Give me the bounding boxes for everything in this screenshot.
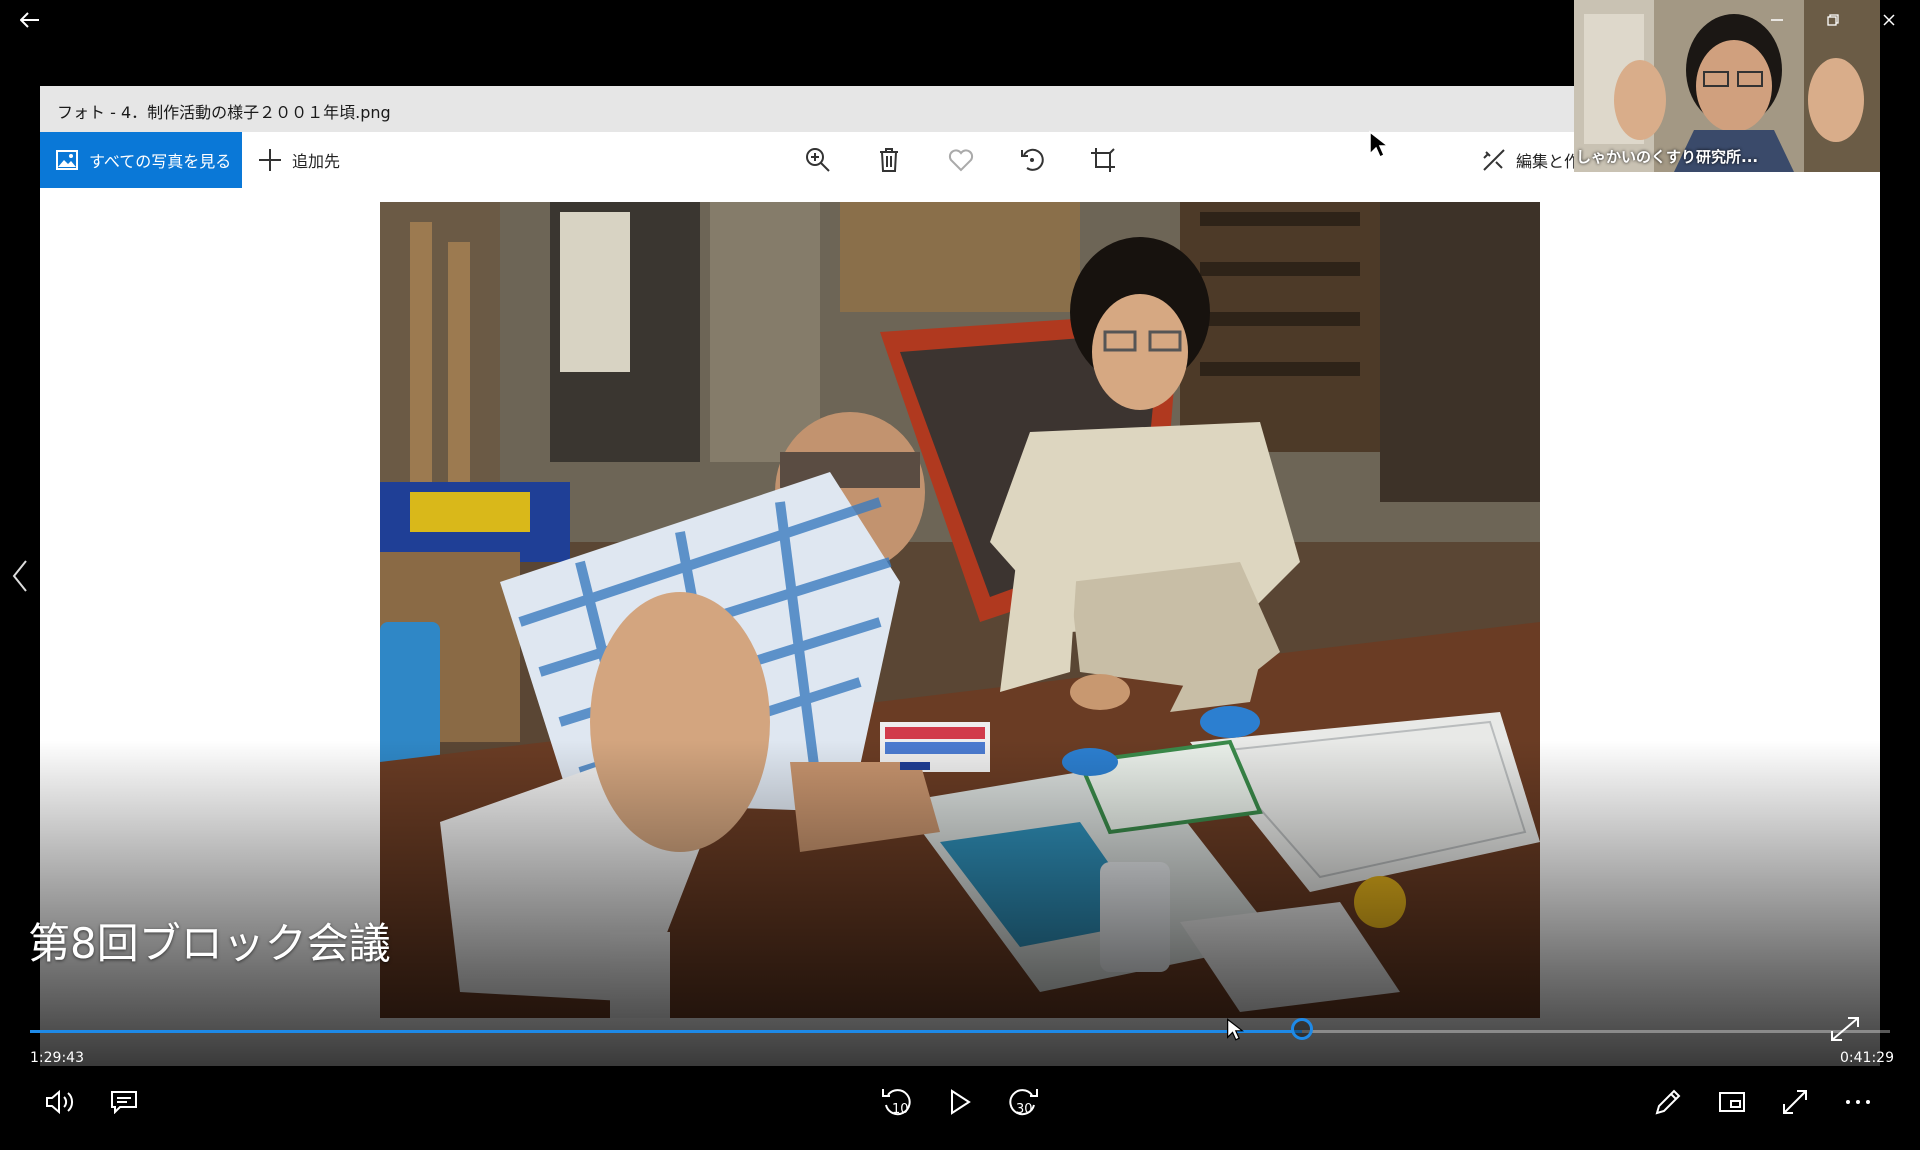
previous-photo-button[interactable] — [0, 548, 40, 604]
add-to-label: 追加先 — [292, 152, 341, 171]
volume-icon — [46, 1089, 74, 1115]
heart-icon — [948, 149, 974, 172]
participant-name: しゃかいのくすり研究所... — [1576, 148, 1759, 166]
draw-button[interactable] — [1648, 1082, 1688, 1122]
displayed-photo — [380, 202, 1540, 1018]
mouse-cursor-icon — [1368, 130, 1390, 160]
skip-forward-30-icon: 30 — [1009, 1089, 1038, 1117]
fullscreen-button[interactable] — [1775, 1082, 1815, 1122]
minimize-button[interactable] — [1754, 4, 1800, 36]
zoom-in-icon — [806, 148, 830, 172]
fullscreen-icon — [1783, 1090, 1807, 1114]
rotate-button[interactable] — [1016, 144, 1048, 176]
favorite-button[interactable] — [945, 144, 977, 176]
play-button[interactable] — [940, 1082, 980, 1122]
plus-icon — [259, 149, 281, 171]
close-button[interactable] — [1866, 4, 1912, 36]
seek-bar-progress — [30, 1030, 1303, 1033]
more-icon — [1846, 1100, 1870, 1104]
skip-back-seconds: 10 — [892, 1102, 909, 1117]
back-button[interactable] — [12, 4, 48, 36]
volume-button[interactable] — [40, 1082, 80, 1122]
expand-button[interactable] — [1828, 1014, 1862, 1044]
zoom-in-button[interactable] — [802, 144, 834, 176]
photo-gallery-icon — [56, 150, 78, 170]
chevron-left-icon — [12, 560, 27, 592]
restore-icon — [1827, 14, 1839, 26]
crop-button[interactable] — [1087, 144, 1119, 176]
skip-back-button[interactable]: 10 — [877, 1082, 917, 1122]
mini-view-icon — [1719, 1092, 1745, 1112]
minimize-icon — [1771, 19, 1783, 21]
mouse-cursor-icon — [1226, 1017, 1244, 1043]
elapsed-time: 1:29:43 — [30, 1050, 84, 1066]
photos-window-title: フォト - 4．制作活動の様子２００１年頃.png — [57, 103, 391, 122]
add-to-button[interactable]: 追加先 — [258, 132, 340, 188]
close-icon — [1883, 14, 1895, 26]
back-arrow-icon — [20, 12, 39, 28]
video-title: 第8回ブロック会議 — [28, 919, 391, 968]
remaining-time: 0:41:29 — [1840, 1050, 1894, 1066]
play-icon — [951, 1089, 971, 1115]
captions-button[interactable] — [104, 1082, 144, 1122]
skip-forward-seconds: 30 — [1016, 1102, 1033, 1117]
seek-bar[interactable] — [30, 1030, 1890, 1033]
restore-button[interactable] — [1810, 4, 1856, 36]
pen-icon — [1655, 1089, 1681, 1115]
delete-button[interactable] — [873, 144, 905, 176]
crop-icon — [1091, 148, 1115, 172]
mini-view-button[interactable] — [1712, 1082, 1752, 1122]
edit-create-icon — [1483, 149, 1505, 171]
trash-icon — [880, 148, 898, 172]
skip-back-10-icon: 10 — [882, 1089, 911, 1117]
skip-forward-button[interactable]: 30 — [1003, 1082, 1043, 1122]
rotate-icon — [1021, 148, 1044, 171]
captions-icon — [111, 1091, 137, 1114]
more-options-button[interactable] — [1838, 1082, 1878, 1122]
studio-photo-image — [380, 202, 1540, 1018]
expand-diagonal-icon — [1831, 1017, 1859, 1041]
see-all-photos-button[interactable]: すべての写真を見る — [40, 132, 242, 188]
see-all-photos-label: すべての写真を見る — [89, 152, 232, 171]
